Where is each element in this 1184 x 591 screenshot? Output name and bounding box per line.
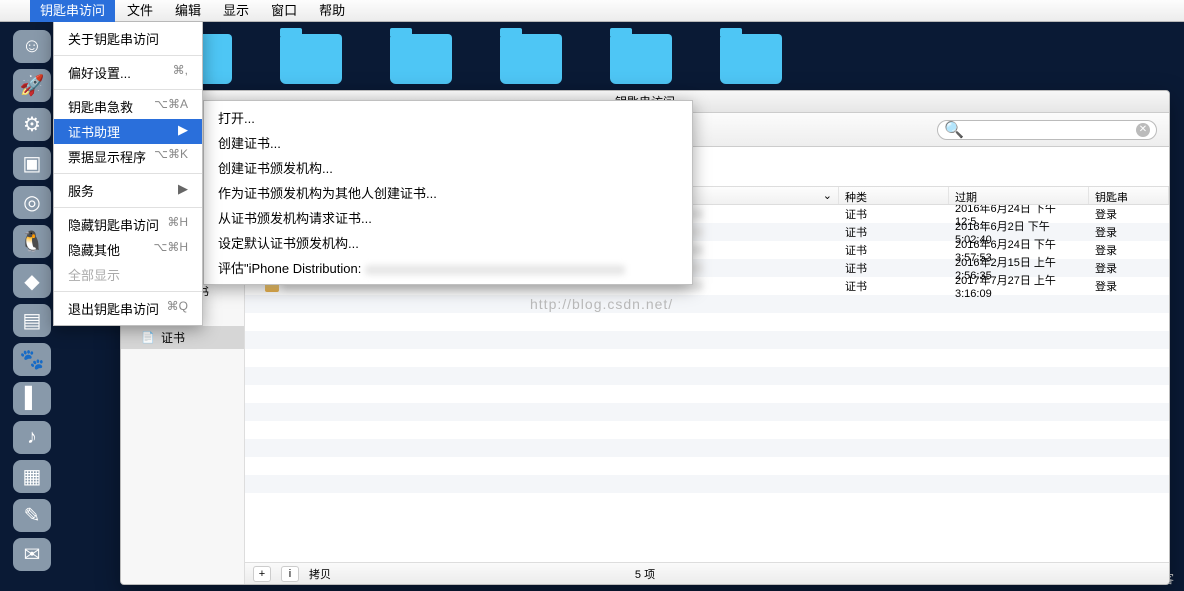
desktop-folder-icon[interactable]: [390, 34, 452, 84]
dock-paw-icon[interactable]: 🐾: [13, 343, 51, 376]
search-field[interactable]: 🔍 ✕: [937, 120, 1157, 140]
desktop-folder-icon[interactable]: [280, 34, 342, 84]
dock-app1-icon[interactable]: ◆: [13, 264, 51, 297]
col-keychain[interactable]: 钥匙串: [1089, 187, 1169, 204]
menu-show-all: 全部显示: [54, 262, 202, 287]
cell-keychain: 登录: [1089, 224, 1169, 240]
dock-terminal-icon[interactable]: ▌: [13, 382, 51, 415]
col-expires[interactable]: 过期: [949, 187, 1089, 204]
col-kind[interactable]: 种类: [839, 187, 949, 204]
dock-qq-icon[interactable]: 🐧: [13, 225, 51, 258]
item-count: 5 项: [635, 566, 655, 582]
add-button[interactable]: +: [253, 566, 271, 582]
menu-window[interactable]: 窗口: [261, 0, 307, 22]
sort-down-icon: ⌄: [823, 189, 832, 202]
cell-kind: 证书: [839, 206, 949, 222]
watermark-text: http://blog.csdn.net/: [530, 296, 673, 312]
cell-kind: 证书: [839, 224, 949, 240]
menu-file[interactable]: 文件: [117, 0, 163, 22]
dock: ☺ 🚀 ⚙ ▣ ◎ 🐧 ◆ ▤ 🐾 ▌ ♪ ▦ ✎ ✉: [10, 30, 54, 571]
menu-quit[interactable]: 退出钥匙串访问⌘Q: [54, 296, 202, 321]
dock-app3-icon[interactable]: ▦: [13, 460, 51, 493]
dock-music-icon[interactable]: ♪: [13, 421, 51, 454]
submenu-arrow-icon: ▶: [178, 122, 188, 141]
menu-hide-app[interactable]: 隐藏钥匙串访问⌘H: [54, 212, 202, 237]
menu-services[interactable]: 服务▶: [54, 178, 202, 203]
cell-kind: 证书: [839, 278, 949, 294]
sidebar-item-label: 证书: [161, 329, 185, 346]
menubar: 钥匙串访问 文件 编辑 显示 窗口 帮助: [0, 0, 1184, 22]
sidebar-item-certs[interactable]: 📄 证书: [121, 326, 244, 349]
cell-keychain: 登录: [1089, 260, 1169, 276]
dock-app2-icon[interactable]: ▤: [13, 304, 51, 337]
desktop-folders: [170, 34, 782, 84]
cell-kind: 证书: [839, 242, 949, 258]
dock-settings-icon[interactable]: ⚙: [13, 108, 51, 141]
dock-evernote-icon[interactable]: ✉: [13, 538, 51, 571]
dock-finder-icon[interactable]: ☺: [13, 30, 51, 63]
info-button[interactable]: i: [281, 566, 299, 582]
submenu-create-for-others[interactable]: 作为证书颁发机构为其他人创建证书...: [204, 180, 692, 205]
submenu-create-cert[interactable]: 创建证书...: [204, 130, 692, 155]
app-menu-dropdown: 关于钥匙串访问 偏好设置...⌘, 钥匙串急救⌥⌘A 证书助理▶ 票据显示程序⌥…: [53, 22, 203, 326]
menu-edit[interactable]: 编辑: [165, 0, 211, 22]
cell-keychain: 登录: [1089, 278, 1169, 294]
cert-icon: 📄: [141, 331, 155, 345]
cell-keychain: 登录: [1089, 206, 1169, 222]
dock-launchpad-icon[interactable]: 🚀: [13, 69, 51, 102]
menu-help[interactable]: 帮助: [309, 0, 355, 22]
cell-kind: 证书: [839, 260, 949, 276]
menu-firstaid[interactable]: 钥匙串急救⌥⌘A: [54, 94, 202, 119]
desktop-folder-icon[interactable]: [500, 34, 562, 84]
menu-hide-others[interactable]: 隐藏其他⌥⌘H: [54, 237, 202, 262]
dock-xcode-icon[interactable]: ▣: [13, 147, 51, 180]
cert-assistant-submenu: 打开... 创建证书... 创建证书颁发机构... 作为证书颁发机构为其他人创建…: [203, 100, 693, 285]
menu-preferences[interactable]: 偏好设置...⌘,: [54, 60, 202, 85]
menu-ticket-viewer[interactable]: 票据显示程序⌥⌘K: [54, 144, 202, 169]
dock-safari-icon[interactable]: ◎: [13, 186, 51, 219]
dock-app4-icon[interactable]: ✎: [13, 499, 51, 532]
menu-cert-assistant[interactable]: 证书助理▶: [54, 119, 202, 144]
menu-view[interactable]: 显示: [213, 0, 259, 22]
cell-keychain: 登录: [1089, 242, 1169, 258]
copy-button[interactable]: 拷贝: [309, 566, 331, 582]
search-input[interactable]: [964, 123, 1136, 137]
submenu-create-ca[interactable]: 创建证书颁发机构...: [204, 155, 692, 180]
submenu-arrow-icon: ▶: [178, 181, 188, 200]
submenu-set-default-ca[interactable]: 设定默认证书颁发机构...: [204, 230, 692, 255]
cell-expires: 2017年7月27日 上午3:16:09: [949, 272, 1089, 300]
desktop-folder-icon[interactable]: [610, 34, 672, 84]
submenu-open[interactable]: 打开...: [204, 105, 692, 130]
menu-about[interactable]: 关于钥匙串访问: [54, 26, 202, 51]
status-bar: + i 拷贝 5 项: [245, 562, 1169, 584]
search-icon: 🔍: [944, 120, 964, 140]
submenu-evaluate[interactable]: 评估"iPhone Distribution:: [204, 255, 692, 280]
desktop-folder-icon[interactable]: [720, 34, 782, 84]
menu-app[interactable]: 钥匙串访问: [30, 0, 115, 22]
submenu-request-from-ca[interactable]: 从证书颁发机构请求证书...: [204, 205, 692, 230]
clear-search-icon[interactable]: ✕: [1136, 123, 1150, 137]
